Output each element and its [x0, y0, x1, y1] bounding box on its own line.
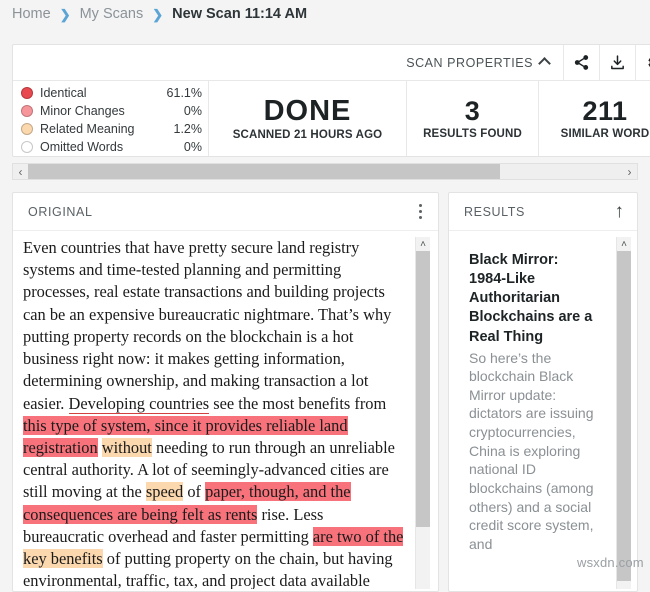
legend-label-related-meaning: Related Meaning: [40, 122, 135, 136]
result-item-title: Black Mirror: 1984-Like Authoritarian Bl…: [469, 252, 593, 345]
scroll-left-icon[interactable]: ‹: [13, 164, 28, 179]
original-document-text: Even countries that have pretty secure l…: [23, 237, 411, 589]
original-document-viewport: Even countries that have pretty secure l…: [23, 237, 430, 589]
legend-swatch-omitted-words: [21, 141, 33, 153]
stat-results-found: 3 RESULTS FOUND: [407, 81, 539, 156]
breadcrumb-separator-icon: ❯: [152, 6, 164, 22]
legend-swatch-related-meaning: [21, 123, 33, 135]
horizontal-scroll-thumb[interactable]: [28, 164, 500, 179]
results-panel: RESULTS ↑ Black Mirror: 1984-Like Author…: [448, 192, 638, 592]
document-segment-0: Even countries that have pretty secure l…: [23, 238, 392, 413]
breadcrumb: Home ❯ My Scans ❯ New Scan 11:14 AM: [0, 0, 650, 28]
document-segment-7: speed: [145, 482, 184, 502]
stat-status-value: DONE: [263, 94, 352, 127]
breadcrumb-item-my-scans[interactable]: My Scans: [80, 6, 144, 22]
document-segment-13: key benefits: [23, 549, 103, 569]
original-vertical-scrollbar[interactable]: ˄: [415, 237, 430, 589]
legend-label-omitted-words: Omitted Words: [40, 140, 124, 154]
original-scroll-thumb[interactable]: [416, 251, 430, 527]
legend-value-related-meaning: 1.2%: [173, 122, 203, 136]
download-icon: [609, 54, 626, 71]
chevron-up-icon[interactable]: [538, 57, 551, 70]
document-segment-5: without: [101, 437, 152, 457]
share-button[interactable]: [563, 44, 599, 81]
download-button[interactable]: [599, 44, 635, 81]
scan-properties-body: Identical 61.1% Minor Changes 0% Related…: [13, 81, 650, 156]
stat-similar-words-value: 211: [582, 95, 628, 126]
scroll-right-icon[interactable]: ›: [622, 164, 637, 179]
original-panel-header: ORIGINAL: [13, 193, 438, 231]
arrow-up-icon[interactable]: ↑: [615, 202, 625, 221]
scroll-up-icon[interactable]: ˄: [416, 237, 430, 251]
gear-icon: [645, 54, 650, 71]
stat-status-label: SCANNED 21 HOURS AGO: [232, 129, 383, 142]
results-scroll-thumb[interactable]: [617, 251, 631, 581]
scroll-up-icon[interactable]: ˄: [617, 237, 631, 251]
scan-properties-title: SCAN PROPERTIES: [406, 55, 533, 70]
breadcrumb-separator-icon: ❯: [59, 6, 71, 22]
original-panel-title: ORIGINAL: [28, 204, 93, 219]
scan-properties-header: SCAN PROPERTIES: [13, 44, 650, 81]
legend-label-minor-changes: Minor Changes: [40, 104, 125, 118]
settings-button[interactable]: [635, 44, 650, 81]
document-segment-8: of: [183, 482, 206, 502]
legend-row-related-meaning: Related Meaning 1.2%: [13, 120, 208, 138]
stat-results-found-value: 3: [464, 95, 481, 126]
legend-swatch-identical: [21, 87, 33, 99]
legend-value-identical: 61.1%: [166, 86, 202, 100]
stat-similar-words: 211 SIMILAR WORD: [539, 81, 650, 156]
stat-status: DONE SCANNED 21 HOURS AGO: [209, 81, 407, 156]
document-segment-1: Developing countries: [68, 393, 210, 414]
document-segment-2: see the most benefits from: [209, 393, 387, 413]
result-item[interactable]: Black Mirror: 1984-Like Authoritarian Bl…: [455, 237, 607, 553]
original-panel: ORIGINAL Even countries that have pretty…: [12, 192, 439, 592]
stat-similar-words-label: SIMILAR WORD: [560, 128, 650, 141]
legend-value-minor-changes: 0%: [183, 104, 202, 118]
legend-swatch-minor-changes: [21, 105, 33, 117]
legend-row-omitted-words: Omitted Words 0%: [13, 138, 208, 156]
results-panel-header: RESULTS ↑: [449, 193, 637, 231]
kebab-menu-icon[interactable]: [416, 200, 426, 224]
scan-properties-title-group[interactable]: SCAN PROPERTIES: [406, 55, 551, 70]
legend-row-identical: Identical 61.1%: [13, 84, 208, 102]
results-vertical-scrollbar[interactable]: ˄: [616, 237, 631, 589]
similarity-legend: Identical 61.1% Minor Changes 0% Related…: [13, 81, 209, 156]
document-segment-11: are two of the: [312, 526, 404, 546]
breadcrumb-item-home[interactable]: Home: [12, 6, 51, 22]
breadcrumb-item-current: New Scan 11:14 AM: [172, 6, 308, 22]
horizontal-scroll-track[interactable]: [28, 164, 622, 179]
stat-results-found-label: RESULTS FOUND: [423, 128, 522, 141]
horizontal-scrollbar[interactable]: ‹ ›: [12, 163, 638, 180]
legend-value-omitted-words: 0%: [183, 140, 202, 154]
legend-label-identical: Identical: [40, 86, 87, 100]
scan-properties-card: SCAN PROPERTIES Identical 61.1% Minor Ch…: [12, 44, 650, 157]
share-icon: [573, 54, 590, 71]
results-viewport: Black Mirror: 1984-Like Authoritarian Bl…: [455, 237, 631, 589]
legend-row-minor-changes: Minor Changes 0%: [13, 102, 208, 120]
results-panel-title: RESULTS: [464, 204, 525, 219]
result-item-snippet: So here’s the blockchain Black Mirror up…: [469, 349, 594, 552]
